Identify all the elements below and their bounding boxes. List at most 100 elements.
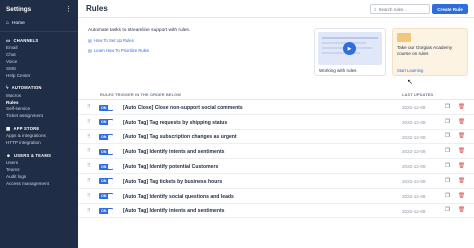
rule-toggle[interactable]: ON — [99, 163, 113, 170]
trash-icon[interactable]: 🗑 — [458, 148, 465, 154]
toggle-label: ON — [101, 120, 107, 125]
sidebar-item-voice[interactable]: Voice — [0, 59, 78, 66]
rule-toggle[interactable]: ON — [99, 119, 113, 126]
rule-name[interactable]: [Auto Close] Close non-support social co… — [123, 105, 243, 111]
sidebar-item-apps-integrations[interactable]: Apps & integrations — [0, 133, 78, 140]
search-input[interactable] — [378, 6, 427, 12]
sidebar-item-users[interactable]: Users — [0, 160, 78, 167]
sidebar-item-self-service[interactable]: Self-service — [0, 106, 78, 113]
sidebar-title: Settings — [6, 5, 32, 13]
sidebar-item-rules[interactable]: Rules — [0, 99, 78, 106]
drag-handle-icon[interactable]: ⠿ — [87, 208, 91, 214]
trash-icon[interactable]: 🗑 — [458, 178, 465, 184]
play-icon[interactable]: ▶ — [343, 42, 356, 55]
copy-icon[interactable]: ❐ — [445, 133, 450, 139]
rule-toggle[interactable]: ON — [99, 193, 113, 200]
trash-icon[interactable]: 🗑 — [458, 207, 465, 213]
toggle-knob — [107, 164, 113, 170]
sidebar-section-app-store: ▦ APP STORE Apps & integrations HTTP int… — [0, 124, 78, 147]
sidebar-section-users-teams: ☻ USERS & TEAMS Users Teams Audit logs A… — [0, 151, 78, 188]
sidebar-item-access-management[interactable]: Access management — [0, 180, 78, 187]
rule-name[interactable]: [Auto Tag] Tag tickets by business hours — [123, 179, 222, 185]
drag-handle-icon[interactable]: ⠿ — [87, 178, 91, 184]
table-row[interactable]: ⠿ ON [Auto Tag] Identify social question… — [78, 189, 474, 204]
table-row[interactable]: ⠿ ON [Auto Tag] Identify intents and sen… — [78, 204, 474, 219]
drag-handle-icon[interactable]: ⠿ — [87, 163, 91, 169]
rule-name[interactable]: [Auto Tag] Identify social questions and… — [123, 194, 234, 200]
toggle-label: ON — [101, 164, 107, 169]
start-learning-link[interactable]: Start Learning — [397, 68, 423, 73]
rule-last-updated: 2022-12-08 — [402, 164, 426, 170]
sidebar-item-email[interactable]: Email — [0, 45, 78, 52]
sidebar-item-chat[interactable]: Chat — [0, 52, 78, 59]
sidebar-section-automation: ϟ AUTOMATION Macros Rules Self-service T… — [0, 83, 78, 120]
table-row[interactable]: ⠿ ON [Auto Close] Close non-support soci… — [78, 100, 474, 115]
rule-last-updated: 2022-12-08 — [402, 149, 426, 155]
setup-rules-link[interactable]: ▤ How To Set Up Rules — [88, 38, 298, 43]
intro-text: Automate tasks to streamline support wit… — [88, 28, 191, 33]
rule-last-updated: 2022-12-08 — [402, 119, 426, 125]
copy-icon[interactable]: ❐ — [445, 104, 450, 110]
page-title: Rules — [86, 4, 108, 13]
drag-handle-icon[interactable]: ⠿ — [87, 134, 91, 140]
create-rule-button[interactable]: Create Rule — [432, 4, 468, 14]
rule-last-updated: 2022-12-08 — [402, 193, 426, 199]
rule-name[interactable]: [Auto Tag] Identify intents and sentimen… — [123, 208, 225, 214]
trash-icon[interactable]: 🗑 — [458, 119, 465, 125]
drag-handle-icon[interactable]: ⠿ — [87, 193, 91, 199]
sidebar-item-teams[interactable]: Teams — [0, 167, 78, 174]
sidebar-item-sms[interactable]: SMS — [0, 66, 78, 73]
rule-name[interactable]: [Auto Tag] Identify intents and sentimen… — [123, 149, 225, 155]
table-row[interactable]: ⠿ ON [Auto Tag] Identify intents and sen… — [78, 144, 474, 160]
book-icon: ▤ — [88, 38, 92, 43]
toggle-label: ON — [101, 105, 107, 110]
grid-icon: ▦ — [6, 125, 11, 131]
table-row[interactable]: ⠿ ON [Auto Tag] Tag requests by shipping… — [78, 115, 474, 130]
rule-last-updated: 2022-12-08 — [402, 178, 426, 184]
drag-handle-icon[interactable]: ⠿ — [87, 119, 91, 125]
copy-icon[interactable]: ❐ — [445, 119, 450, 125]
copy-icon[interactable]: ❐ — [445, 163, 450, 169]
table-row[interactable]: ⠿ ON [Auto Tag] Identify potential Custo… — [78, 159, 474, 174]
toggle-label: ON — [101, 149, 107, 154]
prioritize-rules-link[interactable]: ▤ Learn How To Prioritize Rules — [88, 48, 298, 53]
rule-toggle[interactable]: ON — [99, 134, 113, 141]
toggle-label: ON — [101, 194, 107, 199]
sidebar-item-macros[interactable]: Macros — [0, 92, 78, 99]
rule-toggle[interactable]: ON — [99, 104, 113, 111]
intro-section: Automate tasks to streamline support wit… — [88, 28, 298, 58]
copy-icon[interactable]: ❐ — [445, 207, 450, 213]
sidebar-item-http-integration[interactable]: HTTP integration — [0, 140, 78, 147]
trash-icon[interactable]: 🗑 — [458, 163, 465, 169]
table-row[interactable]: ⠿ ON [Auto Tag] Tag subscription changes… — [78, 130, 474, 145]
search-box[interactable]: ⌕ — [370, 4, 430, 14]
rule-name[interactable]: [Auto Tag] Tag requests by shipping stat… — [123, 120, 227, 126]
table-row[interactable]: ⠿ ON [Auto Tag] Tag tickets by business … — [78, 174, 474, 189]
rule-toggle[interactable]: ON — [99, 148, 113, 155]
rules-table: RULES TRIGGER IN THE ORDER BELOW LAST UP… — [78, 90, 474, 219]
rule-toggle[interactable]: ON — [99, 208, 113, 215]
rule-toggle[interactable]: ON — [99, 178, 113, 185]
copy-icon[interactable]: ❐ — [445, 193, 450, 199]
sidebar-item-home[interactable]: ⌂ Home — [0, 18, 78, 28]
sidebar-item-help-center[interactable]: Help Center — [0, 73, 78, 80]
more-vertical-icon[interactable]: ⋮ — [65, 6, 72, 13]
trash-icon[interactable]: 🗑 — [458, 193, 465, 199]
mouse-cursor-icon: ↖ — [407, 79, 413, 86]
column-header-last-updated[interactable]: LAST UPDATED — [402, 93, 433, 97]
drag-handle-icon[interactable]: ⠿ — [87, 104, 91, 110]
rule-last-updated: 2022-12-08 — [402, 105, 426, 110]
trash-icon[interactable]: 🗑 — [458, 104, 465, 110]
sidebar-item-audit-logs[interactable]: Audit logs — [0, 174, 78, 181]
video-card[interactable]: ▶ Working with rules — [314, 28, 386, 76]
copy-icon[interactable]: ❐ — [445, 148, 450, 154]
rule-last-updated: 2022-12-08 — [402, 134, 426, 140]
copy-icon[interactable]: ❐ — [445, 178, 450, 184]
toggle-label: ON — [101, 179, 107, 184]
rule-name[interactable]: [Auto Tag] Tag subscription changes as u… — [123, 134, 237, 140]
search-icon: ⌕ — [374, 6, 377, 12]
trash-icon[interactable]: 🗑 — [458, 133, 465, 139]
sidebar-item-ticket-assignment[interactable]: Ticket assignment — [0, 113, 78, 120]
rule-name[interactable]: [Auto Tag] Identify potential Customers — [123, 164, 218, 170]
drag-handle-icon[interactable]: ⠿ — [87, 148, 91, 154]
